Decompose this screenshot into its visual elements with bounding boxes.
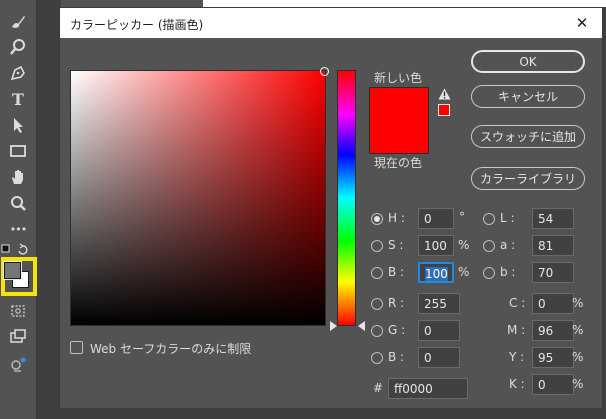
hex-input[interactable]: ff0000	[388, 378, 468, 399]
saturation-unit: %	[458, 238, 470, 252]
yellow-unit: %	[572, 350, 584, 364]
saturation-input[interactable]: 100	[418, 235, 454, 256]
canvas-area	[37, 0, 61, 419]
radio-brightness[interactable]	[371, 267, 383, 279]
close-button[interactable]: ✕	[572, 13, 592, 33]
zoom-icon[interactable]	[7, 192, 29, 214]
share-icon[interactable]	[7, 354, 29, 376]
add-to-swatches-button[interactable]: スウォッチに追加	[471, 125, 585, 148]
yellow-input[interactable]: 95	[532, 347, 574, 368]
radio-lightness[interactable]	[483, 213, 495, 225]
radio-hue[interactable]	[371, 213, 383, 225]
blue-input[interactable]: 0	[418, 347, 460, 368]
type-icon[interactable]: T	[7, 88, 29, 110]
more-icon[interactable]: •••	[7, 218, 29, 240]
red-input[interactable]: 255	[418, 293, 460, 314]
yellow-label: Y :	[509, 350, 525, 364]
b-channel-input[interactable]: 70	[532, 262, 574, 283]
gamut-warning-icon[interactable]	[438, 88, 451, 100]
cyan-unit: %	[572, 296, 584, 310]
tool-bar: T •••	[0, 0, 37, 419]
a-channel-input[interactable]: 81	[532, 235, 574, 256]
radio-b-channel[interactable]	[483, 267, 495, 279]
brightness-unit: %	[458, 265, 470, 279]
radio-red[interactable]	[371, 298, 383, 310]
selection-arrow-icon[interactable]	[7, 114, 29, 136]
rectangle-icon[interactable]	[7, 140, 29, 162]
default-colors-icon[interactable]	[1, 242, 31, 256]
green-input[interactable]: 0	[418, 320, 460, 341]
black-input[interactable]: 0	[532, 374, 574, 395]
b-channel-label: b :	[500, 265, 516, 279]
green-label: G :	[388, 323, 406, 337]
brightness-input[interactable]: 100	[418, 262, 454, 283]
magenta-unit: %	[572, 323, 584, 337]
quick-mask-icon[interactable]	[7, 300, 29, 322]
current-color-label: 現在の色	[374, 156, 423, 170]
type-glyph: T	[12, 89, 24, 109]
web-safe-checkbox[interactable]	[70, 341, 83, 354]
web-safe-label: Web セーフカラーのみに制限	[90, 342, 252, 356]
cancel-button[interactable]: キャンセル	[471, 85, 585, 108]
new-color-preview	[369, 87, 429, 123]
magenta-input[interactable]: 96	[532, 320, 574, 341]
lightness-input[interactable]: 54	[532, 208, 574, 229]
ok-button[interactable]: OK	[471, 50, 585, 73]
color-picker-marker[interactable]	[320, 67, 329, 76]
hue-input[interactable]: 0	[418, 208, 454, 229]
brightness-value: 100	[425, 267, 448, 281]
radio-saturation[interactable]	[371, 240, 383, 252]
hue-label: H :	[388, 211, 405, 225]
lightness-label: L :	[500, 211, 515, 225]
saturation-brightness-field[interactable]	[70, 67, 329, 326]
radio-blue[interactable]	[371, 352, 383, 364]
black-label: K :	[509, 377, 525, 391]
hue-slider[interactable]	[337, 70, 356, 326]
radio-green[interactable]	[371, 325, 383, 337]
gamut-color-swatch[interactable]	[438, 104, 450, 116]
magnifier-icon[interactable]	[7, 36, 29, 58]
more-glyph: •••	[9, 222, 27, 236]
current-color-preview[interactable]	[369, 123, 429, 154]
color-libraries-button[interactable]: カラーライブラリ	[471, 167, 585, 190]
dialog-titlebar[interactable]: カラーピッカー (描画色) ✕	[60, 8, 602, 38]
foreground-color-swatch[interactable]	[3, 261, 22, 280]
saturation-label: S :	[388, 238, 404, 252]
a-channel-label: a :	[500, 238, 516, 252]
document-strip	[203, 0, 606, 7]
hue-slider-handle-left[interactable]	[330, 321, 337, 331]
radio-a-channel[interactable]	[483, 240, 495, 252]
magenta-label: M :	[507, 323, 526, 337]
blue-label: B :	[388, 350, 405, 364]
screen-mode-icon[interactable]	[7, 326, 29, 348]
hue-unit: °	[459, 210, 465, 224]
hue-slider-handle-right[interactable]	[358, 321, 365, 331]
cyan-label: C :	[509, 296, 526, 310]
brightness-label: B :	[388, 265, 405, 279]
hand-icon[interactable]	[7, 166, 29, 188]
pen-icon[interactable]	[7, 62, 29, 84]
cyan-input[interactable]: 0	[532, 293, 574, 314]
dialog-title: カラーピッカー (描画色)	[70, 18, 204, 32]
new-color-label: 新しい色	[374, 71, 423, 85]
black-unit: %	[572, 377, 584, 391]
red-label: R :	[388, 296, 405, 310]
color-picker-dialog: カラーピッカー (描画色) ✕ 新しい色 現在の色 OK キャンセル スウォッチ…	[59, 7, 603, 409]
brush-icon[interactable]	[7, 10, 29, 32]
hex-label: #	[373, 381, 384, 395]
